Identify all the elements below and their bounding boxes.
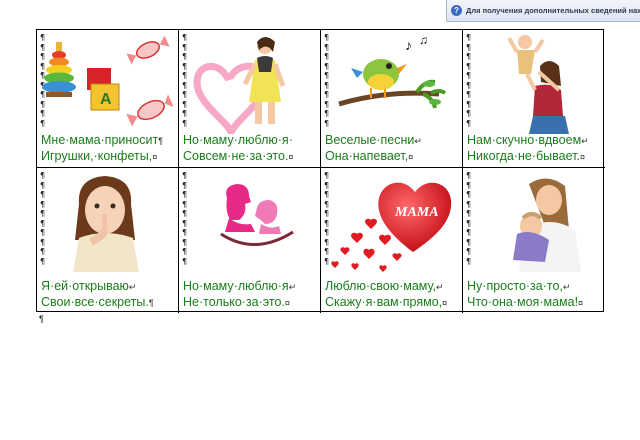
poem-line-1: Люблю·свою·маму,	[325, 279, 436, 293]
mother-baby-illustration	[469, 170, 599, 272]
svg-text:♪: ♪	[405, 37, 412, 53]
poem-line-2: Она·напевает,	[325, 149, 409, 163]
table-cell-mama-heart[interactable]: ¶ ¶ ¶ ¶ ¶ ¶ ¶ ¶ ¶ ¶ MAMA Люблю·свою·маму…	[321, 168, 463, 313]
poem-line-2: Никогда·не·бывает.	[467, 149, 580, 163]
poem-text[interactable]: Я·ей·открываю↵ Свои·все·секреты.¶	[41, 279, 176, 311]
mother-heart-illustration	[185, 32, 315, 141]
poem-line-1: Мне·мама·приносит	[41, 133, 159, 147]
poem-text[interactable]: Ну·просто·за·то,↵ Что·она·моя·мама!¤	[467, 279, 603, 311]
mother-child-illustration	[469, 32, 599, 134]
poem-table: ¶ ¶ ¶ ¶ ¶ ¶ ¶ ¶ ¶ ¶ A Мне·мама·приносит¶…	[36, 29, 605, 313]
table-cell-bird[interactable]: ¶ ¶ ¶ ¶ ¶ ¶ ¶ ¶ ¶ ¶ ♪ ♫ Веселые·песни↵ Она·напева…	[321, 30, 463, 168]
table-cell-girl-secret[interactable]: ¶ ¶ ¶ ¶ ¶ ¶ ¶ ¶ ¶ ¶ Я·ей·открываю↵ Свои·все·секре…	[37, 168, 179, 313]
table-cell-mother-baby[interactable]: ¶ ¶ ¶ ¶ ¶ ¶ ¶ ¶ ¶ ¶ Ну·просто·за·то,↵ Что·она·моя…	[463, 168, 605, 313]
poem-line-1: Ну·просто·за·то,	[467, 279, 563, 293]
poem-text[interactable]: Но·маму·люблю·я· Совсем·не·за·это.¤	[183, 133, 318, 165]
poem-text[interactable]: Люблю·свою·маму,↵ Скажу·я·вам·прямо,¤	[325, 279, 460, 311]
toys-illustration: A	[42, 32, 174, 134]
poem-line-1: Но·маму·люблю·я	[183, 279, 289, 293]
poem-line-2: Что·она·моя·мама!	[467, 295, 579, 309]
girl-secret-illustration	[43, 170, 173, 272]
poem-line-1: Веселые·песни	[325, 133, 415, 147]
singing-bird-illustration: ♪ ♫	[327, 32, 457, 134]
toy-letter: A	[100, 91, 112, 108]
poem-text[interactable]: Веселые·песни↵ Она·напевает,¤	[325, 133, 460, 165]
kiss-silhouette-illustration	[185, 170, 315, 272]
poem-text[interactable]: Нам·скучно·вдвоем↵ Никогда·не·бывает.¤	[467, 133, 603, 165]
poem-line-2: Совсем·не·за·это.	[183, 149, 289, 163]
poem-line-2: Свои·все·секреты.	[41, 295, 149, 309]
poem-text[interactable]: Мне·мама·приносит¶ Игрушки,·конфеты,¤	[41, 133, 176, 165]
poem-line-1: Но·маму·люблю·я·	[183, 133, 293, 147]
info-icon: ?	[451, 5, 462, 16]
poem-line-1: Я·ей·открываю	[41, 279, 129, 293]
tooltip-text: Для получения дополнительных сведений на…	[466, 6, 640, 15]
poem-line-2: Игрушки,·конфеты,	[41, 149, 153, 163]
poem-line-1: Нам·скучно·вдвоем	[467, 133, 582, 147]
poem-text[interactable]: Но·маму·люблю·я↵ Не·только·за·это.¤	[183, 279, 318, 311]
poem-line-2: Скажу·я·вам·прямо,	[325, 295, 443, 309]
table-cell-toys[interactable]: ¶ ¶ ¶ ¶ ¶ ¶ ¶ ¶ ¶ ¶ A Мне·мама·приносит¶…	[37, 30, 179, 168]
table-cell-mother-heart[interactable]: ¶ ¶ ¶ ¶ ¶ ¶ ¶ ¶ ¶ ¶ Но·маму·люблю·я· Совсем·не·за…	[179, 30, 321, 168]
table-cell-mother-child[interactable]: ¶ ¶ ¶ ¶ ¶ ¶ ¶ ¶ ¶ ¶ Нам·скучно·вдвоем↵ Никогда·не…	[463, 30, 605, 168]
table-cell-kiss-silhouette[interactable]: ¶ ¶ ¶ ¶ ¶ ¶ ¶ ¶ ¶ ¶ Но·маму·люблю·я↵ Не·только·за…	[179, 168, 321, 313]
mama-heart-text: MAMA	[394, 205, 439, 220]
svg-text:♫: ♫	[419, 33, 428, 47]
poem-line-2: Не·только·за·это.	[183, 295, 285, 309]
mama-heart-illustration: MAMA	[327, 170, 457, 272]
document-paragraph-mark: ¶	[39, 314, 44, 324]
help-tooltip-bar[interactable]: ? Для получения дополнительных сведений …	[446, 0, 640, 22]
